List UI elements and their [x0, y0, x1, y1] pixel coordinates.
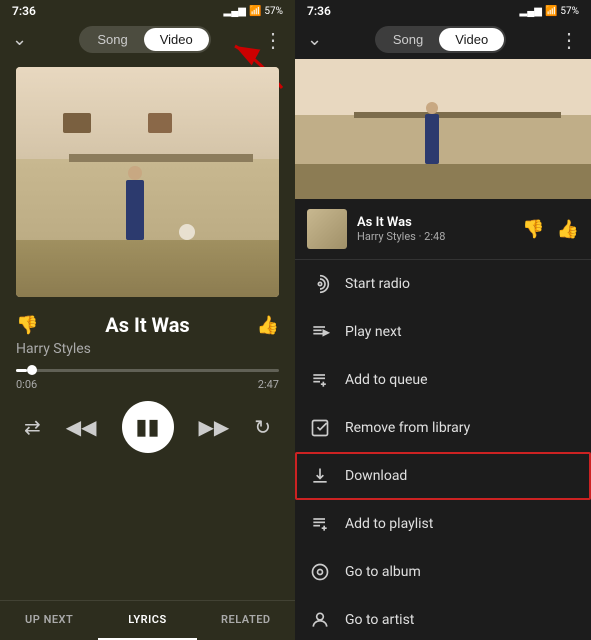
- artist-icon: [309, 609, 331, 631]
- shelf-item: [63, 113, 91, 133]
- menu-label-go-artist: Go to artist: [345, 612, 414, 628]
- progress-thumb: [27, 365, 37, 375]
- song-artist: Harry Styles: [0, 341, 295, 365]
- play-next-icon: [309, 321, 331, 343]
- up-next-tab[interactable]: UP NEXT: [0, 601, 98, 640]
- radio-icon: [309, 273, 331, 295]
- progress-bar-container[interactable]: [0, 365, 295, 376]
- context-thumbs-up-icon[interactable]: 👍: [557, 219, 579, 240]
- song-title: As It Was: [105, 313, 189, 337]
- menu-item-add-queue[interactable]: Add to queue: [295, 356, 591, 404]
- context-thumbs-down-icon[interactable]: 👎: [522, 219, 544, 240]
- room-scene: [16, 67, 279, 297]
- menu-label-remove-library: Remove from library: [345, 420, 470, 436]
- song-tab[interactable]: Song: [81, 28, 143, 51]
- menu-label-play-next: Play next: [345, 324, 402, 340]
- add-playlist-icon: [309, 513, 331, 535]
- song-info: 👎 As It Was 👍: [0, 305, 295, 341]
- context-menu-header: As It Was Harry Styles · 2:48 👎 👍: [295, 199, 591, 260]
- battery-icon: 57%: [264, 6, 283, 17]
- right-tab-switcher: Song Video: [375, 26, 506, 53]
- more-options-button[interactable]: ⋮: [263, 28, 283, 52]
- time-total: 2:47: [258, 378, 279, 391]
- right-status-icons: ▂▄▆ 📶 57%: [520, 6, 580, 17]
- room-floor: [16, 240, 279, 298]
- left-time: 7:36: [12, 4, 36, 18]
- right-top-bar: ⌄ Song Video ⋮: [295, 22, 591, 59]
- right-song-tab[interactable]: Song: [377, 28, 439, 51]
- menu-item-play-next[interactable]: Play next: [295, 308, 591, 356]
- chevron-down-icon[interactable]: ⌄: [12, 29, 27, 50]
- add-queue-icon: [309, 369, 331, 391]
- context-thumb-icons: 👎 👍: [522, 219, 579, 240]
- video-figure: [425, 114, 439, 164]
- pause-icon: ▮▮: [135, 415, 159, 440]
- menu-label-add-playlist: Add to playlist: [345, 516, 433, 532]
- wifi-icon: 📶: [249, 6, 261, 17]
- signal-icon: ▂▄▆: [224, 6, 246, 17]
- thumbs-down-icon[interactable]: 👎: [16, 315, 38, 336]
- menu-item-remove-library[interactable]: Remove from library: [295, 404, 591, 452]
- pause-button[interactable]: ▮▮: [122, 401, 174, 453]
- context-menu-list: Start radio Play next: [295, 260, 591, 640]
- right-video-tab[interactable]: Video: [439, 28, 504, 51]
- left-top-bar: ⌄ Song Video ⋮: [0, 22, 295, 59]
- time-labels: 0:06 2:47: [0, 376, 295, 393]
- menu-label-add-queue: Add to queue: [345, 372, 428, 388]
- thumbs-up-icon[interactable]: 👍: [257, 315, 279, 336]
- menu-item-go-album[interactable]: Go to album: [295, 548, 591, 596]
- album-icon: [309, 561, 331, 583]
- context-song-thumbnail: [307, 209, 347, 249]
- video-room-scene: [295, 59, 591, 199]
- video-shelf: [354, 112, 561, 118]
- context-song-title: As It Was: [357, 215, 512, 230]
- tab-switcher: Song Video: [79, 26, 210, 53]
- menu-label-start-radio: Start radio: [345, 276, 410, 292]
- video-thumbnail: [295, 59, 591, 199]
- shuffle-icon[interactable]: ⇄: [24, 415, 41, 439]
- related-tab[interactable]: RELATED: [197, 601, 295, 640]
- video-floor: [295, 164, 591, 199]
- progress-track[interactable]: [16, 369, 279, 372]
- progress-fill: [16, 369, 27, 372]
- playback-controls: ⇄ ◀◀ ▮▮ ▶▶ ↻: [0, 393, 295, 461]
- right-battery-icon: 57%: [560, 6, 579, 17]
- next-icon[interactable]: ▶▶: [198, 415, 229, 439]
- time-current: 0:06: [16, 378, 37, 391]
- right-chevron-down-icon[interactable]: ⌄: [307, 29, 322, 50]
- menu-label-download: Download: [345, 468, 407, 484]
- album-art: [16, 67, 279, 297]
- left-status-icons: ▂▄▆ 📶 57%: [224, 6, 284, 17]
- bottom-tabs: UP NEXT LYRICS RELATED: [0, 600, 295, 640]
- right-time: 7:36: [307, 4, 331, 18]
- lyrics-tab[interactable]: LYRICS: [98, 601, 196, 640]
- menu-item-download[interactable]: Download: [295, 452, 591, 500]
- figure: [126, 180, 144, 240]
- album-art-image: [16, 67, 279, 297]
- left-panel: 7:36 ▂▄▆ 📶 57% ⌄ Song Video ⋮: [0, 0, 295, 640]
- download-icon: [309, 465, 331, 487]
- left-status-bar: 7:36 ▂▄▆ 📶 57%: [0, 0, 295, 22]
- context-song-info: As It Was Harry Styles · 2:48: [357, 215, 512, 243]
- right-panel: 7:36 ▂▄▆ 📶 57% ⌄ Song Video ⋮ As It Was …: [295, 0, 591, 640]
- video-tab[interactable]: Video: [144, 28, 209, 51]
- right-more-options-button[interactable]: ⋮: [559, 28, 579, 52]
- lamp: [179, 224, 195, 240]
- shelf: [69, 154, 253, 162]
- menu-label-go-album: Go to album: [345, 564, 421, 580]
- right-status-bar: 7:36 ▂▄▆ 📶 57%: [295, 0, 591, 22]
- repeat-icon[interactable]: ↻: [254, 415, 271, 439]
- menu-item-start-radio[interactable]: Start radio: [295, 260, 591, 308]
- context-song-sub: Harry Styles · 2:48: [357, 230, 512, 243]
- remove-library-icon: [309, 417, 331, 439]
- video-ceiling: [295, 59, 591, 115]
- right-signal-icon: ▂▄▆: [520, 6, 542, 17]
- shelf-item-2: [148, 113, 172, 133]
- menu-item-add-playlist[interactable]: Add to playlist: [295, 500, 591, 548]
- right-wifi-icon: 📶: [545, 6, 557, 17]
- previous-icon[interactable]: ◀◀: [66, 415, 97, 439]
- menu-item-go-artist[interactable]: Go to artist: [295, 596, 591, 640]
